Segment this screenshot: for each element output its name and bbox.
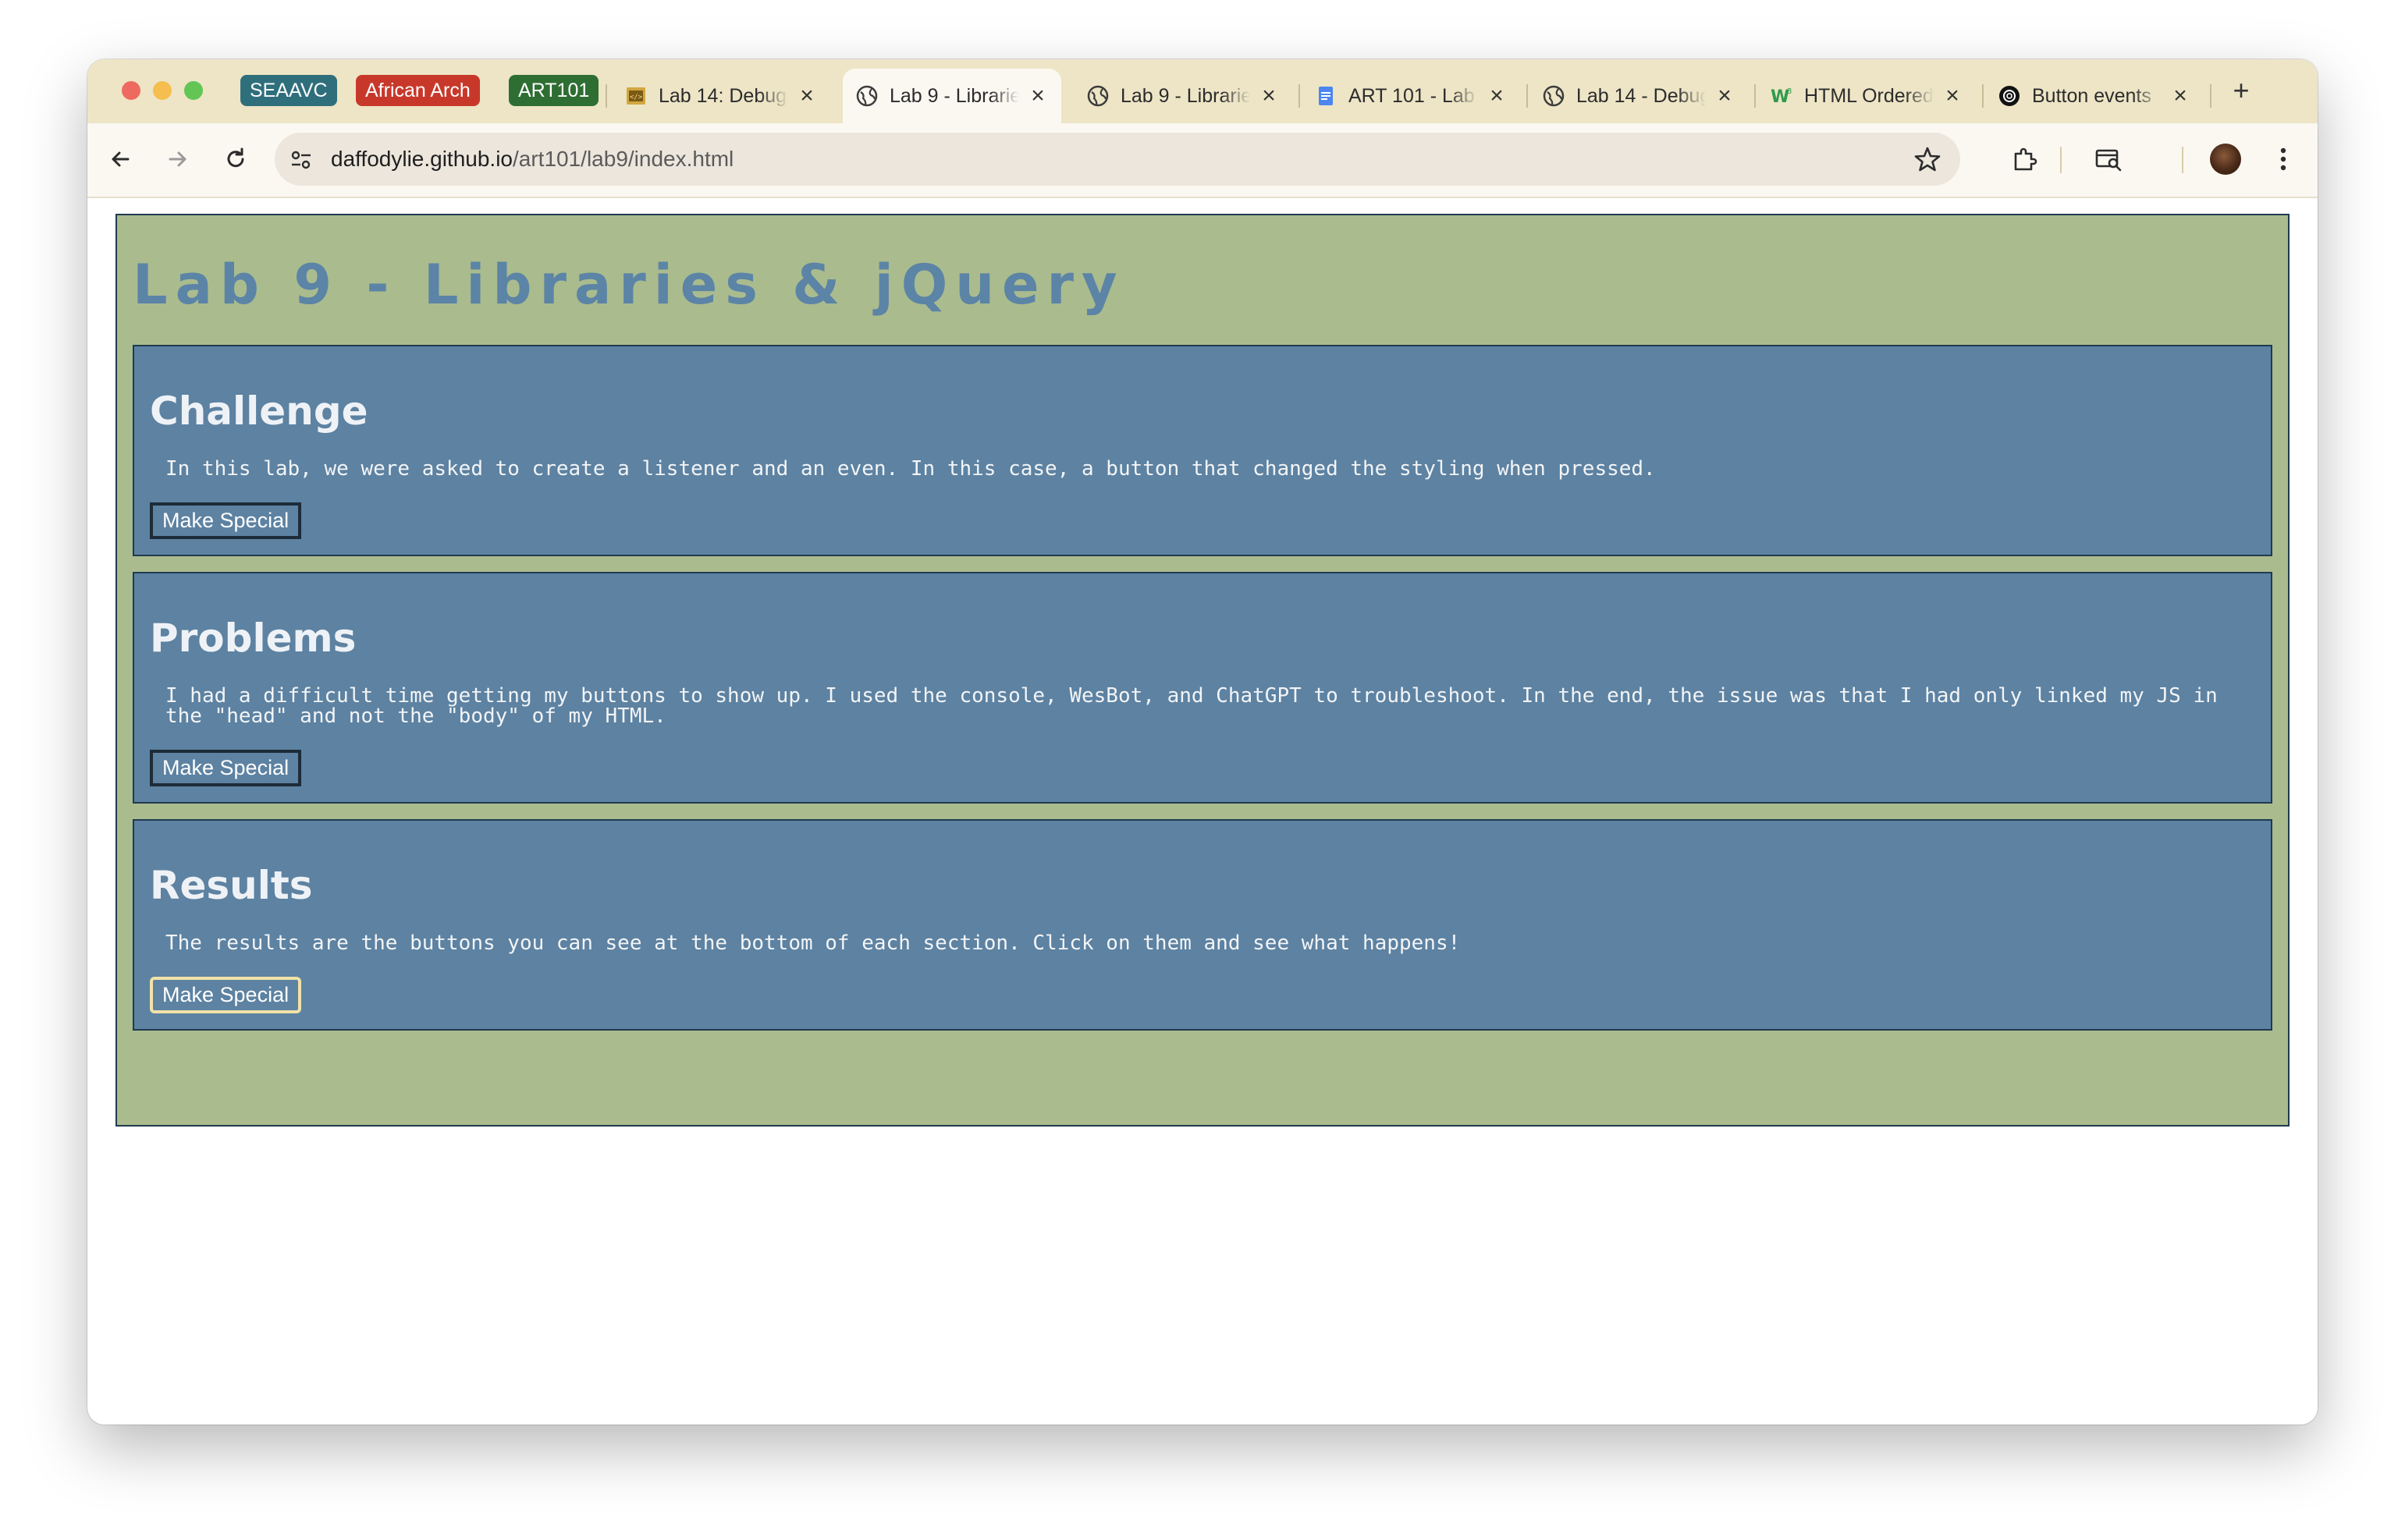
tab-lab14-debugging[interactable]: </> Lab 14: Debugging × — [612, 69, 830, 123]
tab-separator — [606, 84, 607, 108]
close-tab-icon[interactable]: × — [796, 84, 818, 108]
browser-menu-button[interactable] — [2265, 140, 2302, 178]
profile-avatar[interactable] — [2210, 144, 2241, 175]
section-text: In this lab, we were asked to create a l… — [165, 457, 1656, 481]
tab-lab9-libraries[interactable]: Lab 9 - Libraries × — [1074, 69, 1292, 123]
section-text: I had a difficult time getting my button… — [165, 684, 2218, 728]
close-tab-icon[interactable]: × — [2169, 84, 2191, 108]
make-special-button[interactable]: Make Special — [150, 977, 302, 1013]
new-tab-button[interactable]: + — [2226, 75, 2257, 106]
minimize-window-button[interactable] — [153, 81, 172, 100]
tab-separator — [2210, 84, 2211, 108]
docs-icon — [1314, 84, 1337, 108]
arrow-right-icon — [169, 151, 187, 167]
make-special-button[interactable]: Make Special — [150, 502, 302, 539]
section-heading: Results — [150, 863, 313, 908]
section-heading: Challenge — [150, 389, 368, 434]
address-bar[interactable]: daffodylie.github.io/art101/lab9/index.h… — [275, 133, 1960, 186]
close-tab-icon[interactable]: × — [1941, 84, 1963, 108]
tab-title: Button events — [2032, 84, 2151, 107]
tab-group-art101[interactable]: ART101 — [509, 75, 599, 106]
tab-title: Lab 9 - Libraries — [1121, 84, 1250, 107]
globe-icon — [1542, 84, 1565, 108]
url-host: daffodylie.github.io — [331, 147, 513, 171]
svg-text:</>: </> — [630, 94, 643, 101]
section-problems: Problems I had a difficult time getting … — [133, 572, 2272, 804]
content-wrapper: Lab 9 - Libraries & jQuery Challenge In … — [115, 214, 2290, 1127]
maximize-window-button[interactable] — [184, 81, 203, 100]
svg-text:3: 3 — [1787, 87, 1792, 96]
extensions-button[interactable] — [2005, 140, 2043, 178]
page-title: Lab 9 - Libraries & jQuery — [133, 253, 1125, 317]
arrow-left-icon — [112, 151, 130, 167]
globe-icon — [855, 84, 879, 108]
close-tab-icon[interactable]: × — [1027, 84, 1049, 108]
reload-icon — [227, 147, 244, 168]
section-heading: Problems — [150, 616, 357, 661]
browser-window: SEAAVC African Arch ART101 </> Lab 14: D… — [87, 59, 2318, 1425]
bookmark-star-icon[interactable] — [1913, 145, 1941, 173]
section-results: Results The results are the buttons you … — [133, 819, 2272, 1031]
tab-title: HTML Ordered — [1804, 84, 1934, 107]
reload-button[interactable] — [217, 140, 254, 178]
url-path: /art101/lab9/index.html — [513, 147, 734, 171]
tab-strip: SEAAVC African Arch ART101 </> Lab 14: D… — [87, 59, 2318, 123]
tab-title: ART 101 - Lab — [1348, 84, 1475, 107]
section-text: The results are the buttons you can see … — [165, 931, 1461, 955]
close-tab-icon[interactable]: × — [1258, 84, 1280, 108]
tab-title: Lab 14 - Debugging — [1576, 84, 1706, 107]
code-favicon-icon: </> — [624, 84, 648, 108]
tab-group-seaavc[interactable]: SEAAVC — [240, 75, 337, 106]
globe-icon — [1086, 84, 1110, 108]
tab-button-events[interactable]: Button events × — [1985, 69, 2204, 123]
close-tab-icon[interactable]: × — [1486, 84, 1508, 108]
back-button[interactable] — [101, 140, 139, 178]
toolbar-divider — [2182, 147, 2183, 173]
tab-lab14-debugging-2[interactable]: Lab 14 - Debugging × — [1529, 69, 1748, 123]
tab-separator — [1982, 84, 1984, 108]
close-tab-icon[interactable]: × — [1714, 84, 1735, 108]
tab-separator — [1526, 84, 1528, 108]
w3schools-icon: W3 — [1770, 84, 1793, 108]
url-text[interactable]: daffodylie.github.io/art101/lab9/index.h… — [331, 133, 734, 186]
make-special-button[interactable]: Make Special — [150, 750, 302, 786]
close-window-button[interactable] — [122, 81, 140, 100]
tab-group-african-arch[interactable]: African Arch — [356, 75, 480, 106]
toolbar-divider — [2060, 147, 2062, 173]
tab-search-button[interactable] — [2090, 140, 2127, 178]
kebab-menu-icon — [2280, 147, 2286, 171]
tab-separator — [1298, 84, 1300, 108]
tab-lab9-libraries-active[interactable]: Lab 9 - Libraries × — [843, 69, 1061, 123]
tab-art101-lab[interactable]: ART 101 - Lab × — [1302, 69, 1520, 123]
page-viewport: Lab 9 - Libraries & jQuery Challenge In … — [87, 198, 2318, 1425]
section-challenge: Challenge In this lab, we were asked to … — [133, 345, 2272, 556]
site-settings-icon[interactable] — [289, 147, 314, 172]
tab-separator — [1754, 84, 1756, 108]
puzzle-icon — [2014, 147, 2037, 171]
chatgpt-icon — [1998, 84, 2021, 108]
tab-html-ordered[interactable]: W3 HTML Ordered × — [1757, 69, 1976, 123]
browser-toolbar: daffodylie.github.io/art101/lab9/index.h… — [87, 123, 2318, 198]
forward-button[interactable] — [159, 140, 197, 178]
tab-title: Lab 9 - Libraries — [890, 84, 1019, 107]
tab-title: Lab 14: Debugging — [659, 84, 788, 107]
tab-search-icon — [2095, 149, 2122, 172]
